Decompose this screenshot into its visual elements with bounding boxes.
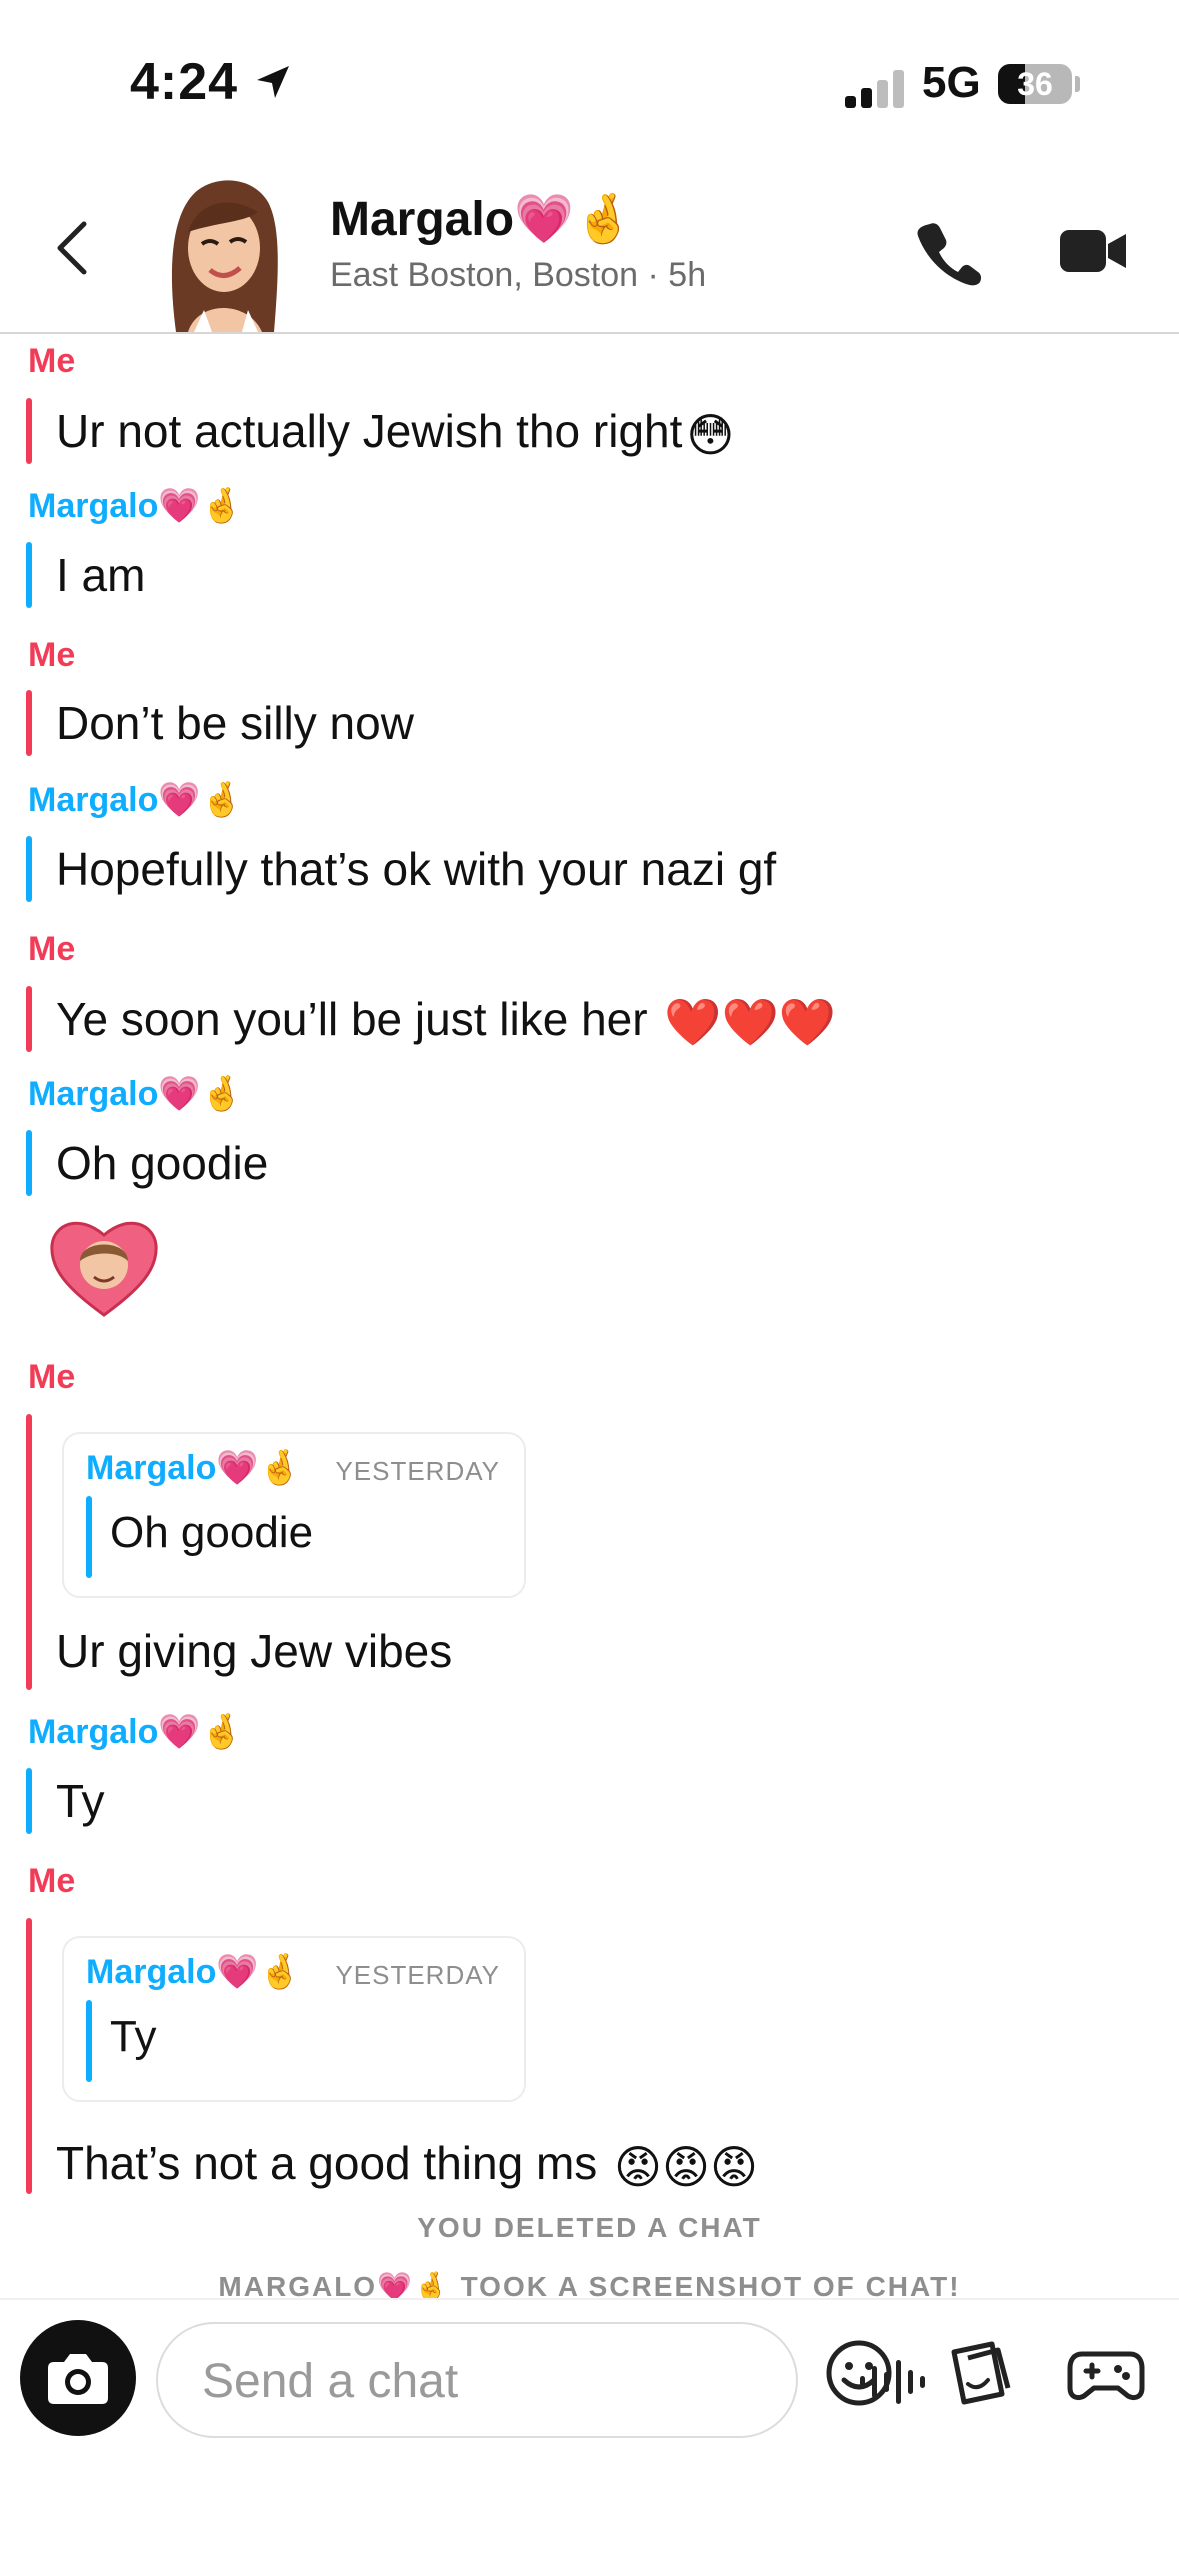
- battery-tip: [1075, 76, 1080, 92]
- message-text[interactable]: That’s not a good thing ms 😡😡😡: [56, 2136, 758, 2194]
- quoted-message[interactable]: Margalo💗🤞 YESTERDAY Oh goodie: [62, 1432, 526, 1598]
- flushed-emoji: 😳: [686, 408, 735, 461]
- message-accent-bar: [26, 690, 32, 756]
- message-sender: Margalo💗🤞: [28, 487, 244, 525]
- message-accent-bar: [26, 986, 32, 1052]
- message-accent-bar: [26, 836, 32, 902]
- message-text[interactable]: Ye soon you’ll be just like her ❤️❤️❤️: [56, 992, 836, 1050]
- message-text[interactable]: I am: [56, 548, 145, 602]
- message-accent-bar: [26, 1414, 32, 1690]
- message-text[interactable]: Ur not actually Jewish tho right😳: [56, 404, 734, 462]
- message-text[interactable]: Don’t be silly now: [56, 696, 414, 750]
- video-camera-icon[interactable]: [1058, 228, 1128, 274]
- chat-input[interactable]: Send a chat: [156, 2322, 925, 2438]
- chat-input-placeholder: Send a chat: [202, 2355, 459, 2408]
- message-text[interactable]: Ty: [56, 1774, 105, 1828]
- game-controller-icon[interactable]: [1066, 2338, 1146, 2408]
- quoted-message[interactable]: Margalo💗🤞 YESTERDAY Ty: [62, 1936, 526, 2102]
- battery-icon: 36: [998, 64, 1072, 104]
- phone-icon[interactable]: [916, 220, 982, 286]
- message-accent-bar: [26, 1768, 32, 1834]
- sticker-icon[interactable]: [944, 2338, 1014, 2408]
- message-sender: Me: [28, 342, 76, 380]
- quoted-sender: Margalo💗🤞: [86, 1953, 302, 1991]
- message-accent-bar: [26, 1130, 32, 1196]
- message-sender: Me: [28, 930, 76, 968]
- system-notice-deleted: YOU DELETED A CHAT: [417, 2212, 762, 2243]
- message-accent-bar: [26, 542, 32, 608]
- battery-percent: 36: [1017, 66, 1053, 102]
- quoted-accent-bar: [86, 1496, 92, 1578]
- cellular-signal-icon: [845, 70, 905, 108]
- message-sender: Me: [28, 1358, 76, 1396]
- message-sender: Me: [28, 636, 76, 674]
- message-text[interactable]: Ur giving Jew vibes: [56, 1624, 452, 1678]
- message-text[interactable]: Oh goodie: [56, 1136, 268, 1190]
- avatar[interactable]: [158, 172, 288, 332]
- quoted-accent-bar: [86, 2000, 92, 2082]
- quoted-text: Ty: [110, 2012, 157, 2061]
- message-sender: Margalo💗🤞: [28, 1713, 244, 1751]
- status-bar: 4:24 5G 36: [0, 0, 1179, 160]
- quoted-sender: Margalo💗🤞: [86, 1449, 302, 1487]
- red-hearts-emoji: ❤️❤️❤️: [664, 996, 837, 1049]
- message-sender: Margalo💗🤞: [28, 1075, 244, 1113]
- network-type: 5G: [922, 58, 981, 107]
- message-accent-bar: [26, 398, 32, 464]
- camera-button[interactable]: [20, 2320, 136, 2436]
- message-accent-bar: [26, 1918, 32, 2194]
- bitmoji-heart-sticker[interactable]: [48, 1215, 160, 1319]
- quoted-text: Oh goodie: [110, 1508, 314, 1557]
- chat-header: Margalo💗🤞 East Boston, Boston · 5h: [0, 160, 1179, 334]
- message-sender: Margalo💗🤞: [28, 781, 244, 819]
- camera-icon: [48, 2354, 108, 2404]
- message-text[interactable]: Hopefully that’s ok with your nazi gf: [56, 842, 776, 896]
- location-arrow-icon: [257, 66, 289, 98]
- clock: 4:24: [130, 53, 239, 111]
- message-sender: Me: [28, 1862, 76, 1900]
- chat-input-bar: Send a chat: [0, 2298, 1179, 2558]
- quoted-timestamp: YESTERDAY: [335, 1960, 500, 1990]
- angry-face-emoji: 😡😡😡: [614, 2140, 758, 2193]
- contact-name[interactable]: Margalo💗🤞: [330, 190, 634, 247]
- contact-location: East Boston, Boston · 5h: [330, 256, 707, 294]
- chevron-left-icon[interactable]: [52, 218, 92, 278]
- quoted-timestamp: YESTERDAY: [335, 1456, 500, 1486]
- emoji-icon[interactable]: [824, 2338, 894, 2408]
